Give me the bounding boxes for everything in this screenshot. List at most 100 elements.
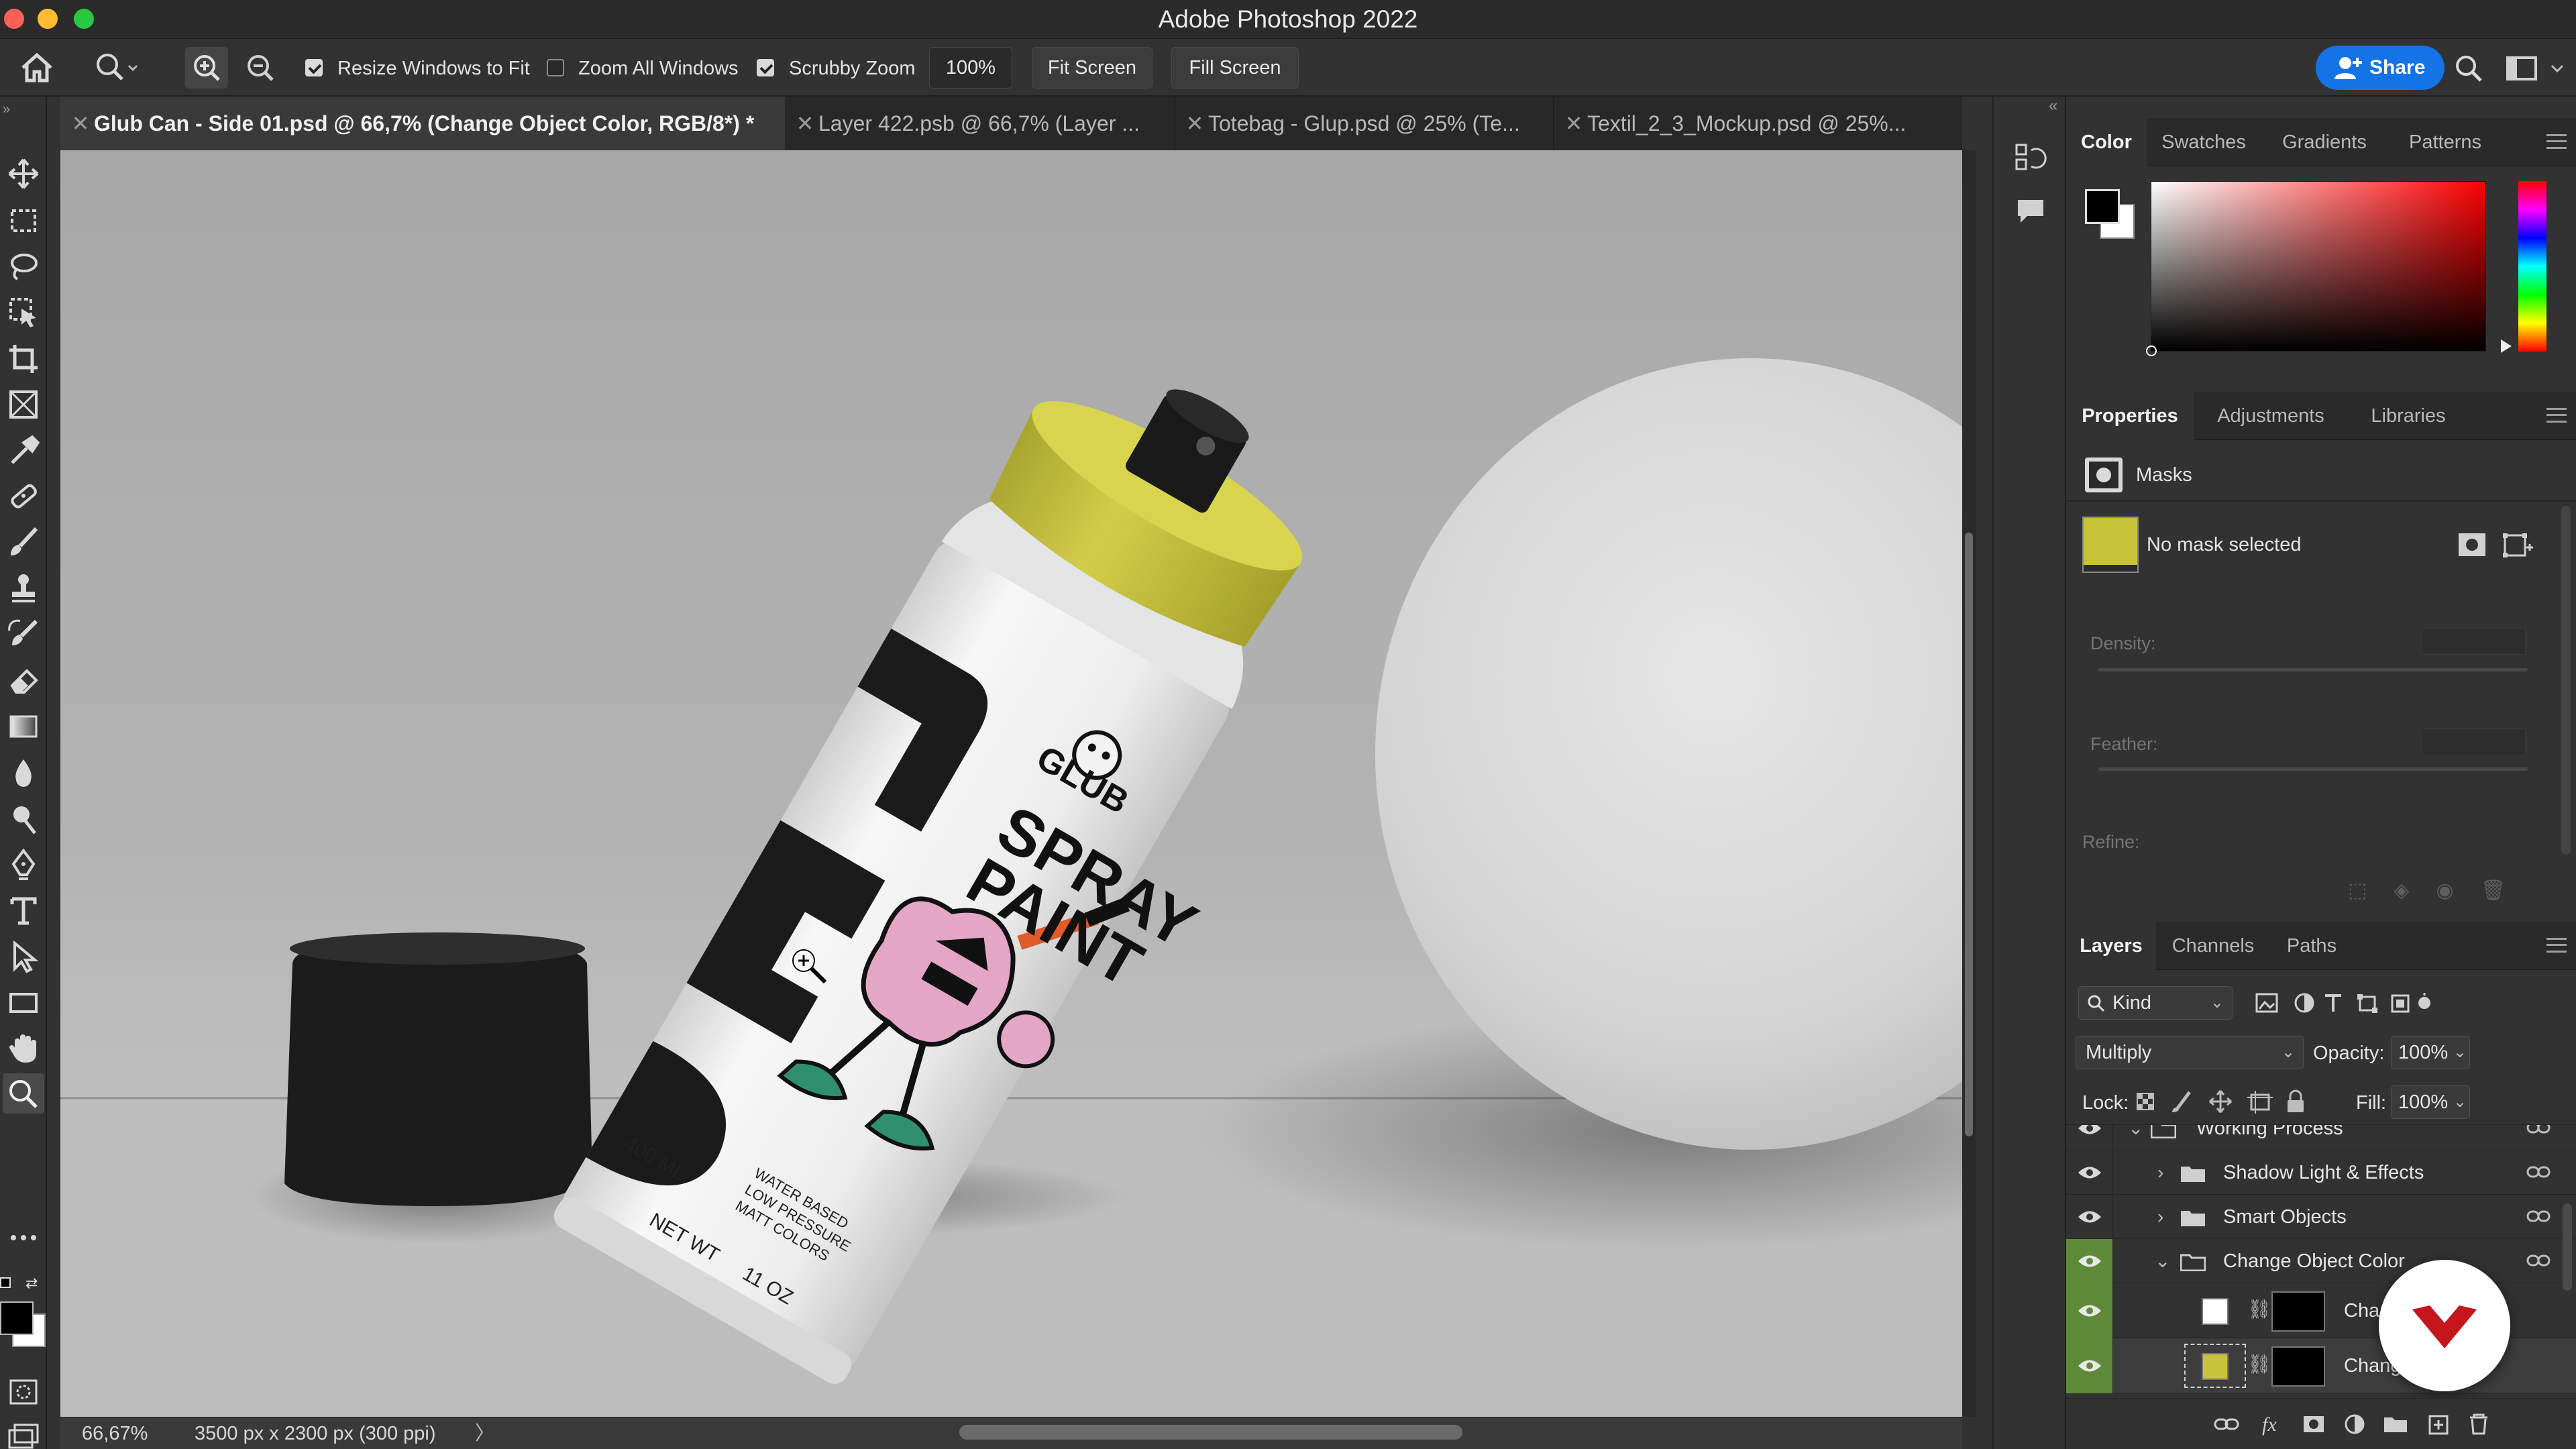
- color-picker-handle[interactable]: [2146, 345, 2157, 356]
- vertical-scroll-thumb[interactable]: [1965, 533, 1973, 1136]
- layer-row-shadow-light-effects[interactable]: › Shadow Light & Effects: [2066, 1150, 2576, 1195]
- fill-field[interactable]: 100% ⌄: [2391, 1085, 2470, 1119]
- properties-scrollbar[interactable]: [2561, 506, 2571, 855]
- layer-filter-dropdown[interactable]: Kind ⌄: [2078, 986, 2233, 1020]
- frame-tool-icon[interactable]: [7, 388, 40, 421]
- clone-stamp-tool-icon[interactable]: [7, 572, 40, 605]
- tab-channels[interactable]: Channels: [2156, 922, 2270, 970]
- rectangle-tool-icon[interactable]: [7, 986, 40, 1020]
- zoom-level-field[interactable]: 100%: [929, 47, 1012, 89]
- hue-slider-handle[interactable]: [2501, 339, 2512, 353]
- adjustment-layer-filter-icon[interactable]: [2294, 993, 2314, 1013]
- chevron-right-icon[interactable]: ›: [2157, 1195, 2163, 1239]
- lock-image-pixels-icon[interactable]: [2172, 1091, 2191, 1112]
- type-tool-icon[interactable]: [7, 894, 40, 927]
- quick-mask-icon[interactable]: [7, 1375, 40, 1409]
- tab-color[interactable]: Color: [2066, 118, 2147, 166]
- new-group-icon[interactable]: [2384, 1417, 2407, 1432]
- mask-link-icon[interactable]: ⛓: [2247, 1353, 2271, 1375]
- eyedropper-tool-icon[interactable]: [7, 433, 40, 467]
- lock-position-icon[interactable]: [2209, 1090, 2232, 1113]
- visibility-toggle[interactable]: [2066, 1283, 2113, 1338]
- layer-row-working-process[interactable]: ⌄ Working Process: [2066, 1125, 2576, 1150]
- zoom-tool-preset-icon[interactable]: [93, 51, 140, 85]
- layer-row-change-object-color[interactable]: ⌄ Change Object Color: [2066, 1239, 2576, 1283]
- gradient-tool-icon[interactable]: [7, 710, 40, 743]
- fit-screen-button[interactable]: Fit Screen: [1032, 47, 1152, 89]
- lock-all-icon[interactable]: [2288, 1089, 2304, 1112]
- share-button[interactable]: Share: [2316, 46, 2445, 90]
- healing-brush-tool-icon[interactable]: [7, 479, 40, 513]
- visibility-toggle[interactable]: [2066, 1195, 2113, 1239]
- dodge-tool-icon[interactable]: [7, 802, 40, 836]
- visibility-toggle[interactable]: [2066, 1239, 2113, 1283]
- chevron-right-icon[interactable]: ›: [2157, 1150, 2163, 1195]
- delete-layer-icon[interactable]: [2470, 1413, 2487, 1435]
- visibility-toggle[interactable]: [2066, 1125, 2113, 1150]
- filter-toggle-icon[interactable]: [2418, 993, 2430, 1009]
- swap-colors-icon[interactable]: ⇄: [25, 1276, 42, 1291]
- zoom-tool-icon[interactable]: [7, 1077, 40, 1111]
- add-mask-icon[interactable]: [2304, 1416, 2324, 1432]
- history-brush-tool-icon[interactable]: [7, 617, 40, 651]
- move-tool-icon[interactable]: [7, 157, 40, 191]
- zoom-readout[interactable]: 66,67%: [82, 1417, 148, 1449]
- type-layer-filter-icon[interactable]: [2325, 994, 2341, 1012]
- lock-transparent-pixels-icon[interactable]: [2137, 1093, 2154, 1110]
- visibility-toggle[interactable]: [2066, 1338, 2113, 1393]
- blend-mode-dropdown[interactable]: Multiply ⌄: [2076, 1036, 2304, 1069]
- color-panel-menu-icon[interactable]: [2546, 134, 2567, 149]
- screen-mode-icon[interactable]: [7, 1421, 40, 1449]
- workspace-switcher-icon[interactable]: [2505, 54, 2567, 83]
- search-icon[interactable]: [2453, 52, 2486, 86]
- smart-object-filter-icon[interactable]: [2391, 994, 2410, 1013]
- layers-scrollbar[interactable]: [2563, 1203, 2572, 1291]
- hand-tool-icon[interactable]: [7, 1032, 40, 1065]
- add-pixel-mask-icon[interactable]: [2457, 531, 2487, 558]
- pixel-layer-filter-icon[interactable]: [2255, 993, 2278, 1013]
- tab-swatches[interactable]: Swatches: [2147, 118, 2261, 166]
- new-layer-icon[interactable]: [2428, 1415, 2449, 1435]
- mask-link-icon[interactable]: ⛓: [2247, 1298, 2271, 1320]
- home-icon[interactable]: [19, 51, 55, 85]
- status-expand-icon[interactable]: 〉: [475, 1417, 494, 1449]
- tab-patterns[interactable]: Patterns: [2388, 118, 2502, 166]
- shape-layer-filter-icon[interactable]: [2357, 994, 2377, 1013]
- hue-slider[interactable]: [2518, 181, 2546, 352]
- color-panel-foreground-swatch[interactable]: [2085, 189, 2120, 224]
- marquee-tool-icon[interactable]: [7, 204, 40, 237]
- tab-totebag[interactable]: ✕ Totebag - Glup.psd @ 25% (Te...: [1174, 97, 1553, 150]
- comments-panel-icon[interactable]: [2014, 195, 2047, 228]
- tab-gradients[interactable]: Gradients: [2261, 118, 2388, 166]
- tab-libraries[interactable]: Libraries: [2348, 392, 2469, 440]
- tab-properties[interactable]: Properties: [2066, 392, 2194, 440]
- adjustment-layer-icon[interactable]: [2345, 1414, 2365, 1434]
- lock-artboard-icon[interactable]: [2247, 1091, 2273, 1114]
- layer-row-smart-objects[interactable]: › Smart Objects: [2066, 1195, 2576, 1239]
- tab-adjustments[interactable]: Adjustments: [2194, 392, 2348, 440]
- color-picker-field[interactable]: [2146, 181, 2486, 356]
- tab-layer-422[interactable]: ✕ Layer 422.psb @ 66,7% (Layer ...: [785, 97, 1174, 150]
- foreground-color-swatch[interactable]: [0, 1301, 34, 1335]
- add-vector-mask-icon[interactable]: [2502, 530, 2533, 559]
- chevron-down-icon[interactable]: ⌄: [2128, 1125, 2143, 1150]
- zoom-all-windows-checkbox[interactable]: [547, 59, 564, 76]
- close-tab-icon[interactable]: ✕: [1560, 97, 1587, 150]
- close-tab-icon[interactable]: ✕: [1181, 97, 1208, 150]
- eraser-tool-icon[interactable]: [7, 664, 40, 698]
- chevron-down-icon[interactable]: ⌄: [2155, 1239, 2170, 1283]
- more-tools-icon[interactable]: [7, 1228, 40, 1248]
- layers-panel-menu-icon[interactable]: [2546, 938, 2567, 953]
- close-tab-icon[interactable]: ✕: [792, 97, 818, 150]
- fill-screen-button[interactable]: Fill Screen: [1171, 47, 1299, 89]
- tab-textil-mockup[interactable]: ✕ Textil_2_3_Mockup.psd @ 25%...: [1553, 97, 1962, 150]
- opacity-field[interactable]: 100% ⌄: [2391, 1036, 2470, 1069]
- collapse-dock-icon[interactable]: «: [2049, 97, 2057, 115]
- scrubby-zoom-checkbox[interactable]: [757, 59, 774, 76]
- default-colors-icon[interactable]: [0, 1277, 11, 1288]
- history-panel-icon[interactable]: [2014, 141, 2047, 174]
- zoom-out-icon[interactable]: [239, 47, 282, 89]
- lasso-tool-icon[interactable]: [7, 250, 40, 283]
- horizontal-scroll-thumb[interactable]: [959, 1425, 1462, 1440]
- zoom-in-icon[interactable]: [185, 47, 228, 89]
